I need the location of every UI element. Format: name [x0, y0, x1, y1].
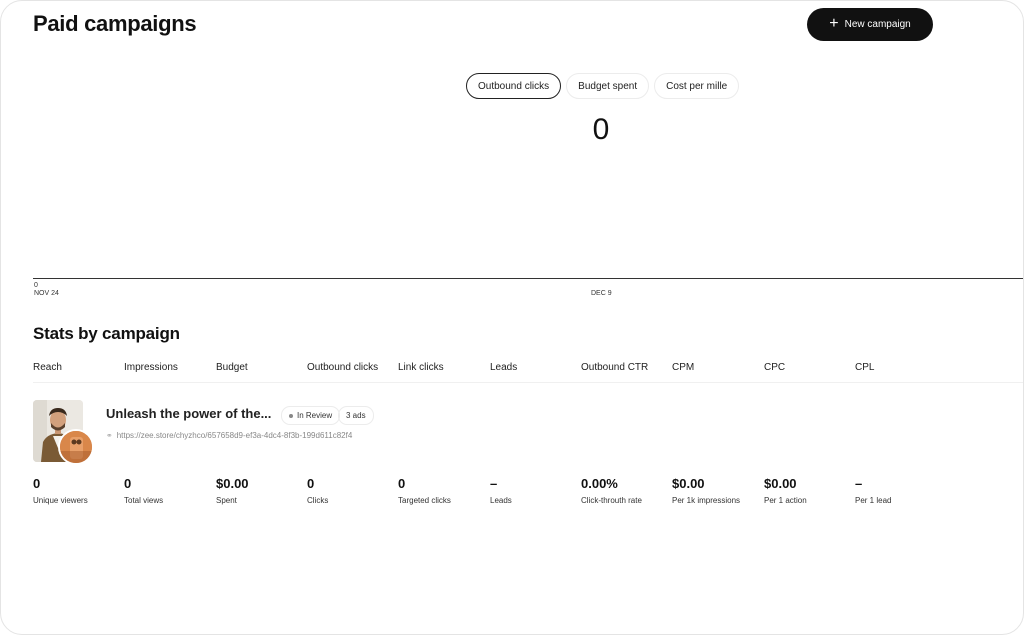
chart-axis-line: [33, 278, 1023, 279]
stat-leads-label: Leads: [490, 496, 512, 505]
stat-outbound-clicks-value: 0: [307, 476, 315, 491]
stat-outbound-clicks-label: Clicks: [307, 496, 329, 505]
column-header-impressions: Impressions: [124, 362, 178, 373]
column-header-budget: Budget: [216, 362, 248, 373]
stat-reach-label: Unique viewers: [33, 496, 88, 505]
stat-impressions-value: 0: [124, 476, 132, 491]
tab-budget-spent[interactable]: Budget spent: [566, 73, 650, 99]
page-title: Paid campaigns: [33, 11, 197, 36]
metric-tabs: Outbound clicks Budget spent Cost per mi…: [466, 73, 740, 99]
stat-leads-value: –: [490, 476, 498, 491]
stat-cpl-value: –: [855, 476, 863, 491]
chart-x-tick: DEC 9: [591, 290, 612, 297]
new-campaign-label: New campaign: [844, 19, 911, 30]
stat-cpc-value: $0.00: [764, 476, 797, 491]
campaign-product-avatar: [58, 429, 94, 465]
stat-cpm-value: $0.00: [672, 476, 705, 491]
column-header-link-clicks: Link clicks: [398, 362, 444, 373]
status-badge: In Review: [281, 406, 341, 425]
stat-outbound-ctr-label: Click-throuth rate: [581, 496, 642, 505]
column-header-outbound-clicks: Outbound clicks: [307, 362, 379, 373]
status-badge-label: In Review: [297, 411, 333, 420]
stat-impressions-label: Total views: [124, 496, 164, 505]
plus-icon: +: [829, 14, 839, 32]
chart-y-zero-label: 0: [34, 282, 38, 289]
stat-cpc-label: Per 1 action: [764, 496, 807, 505]
column-header-cpl: CPL: [855, 362, 875, 373]
status-dot-icon: [289, 413, 293, 418]
header-divider: [33, 382, 1023, 383]
column-header-outbound-ctr: Outbound CTR: [581, 362, 649, 373]
stat-budget-label: Spent: [216, 496, 237, 505]
campaign-link[interactable]: ⚭ https://zee.store/chyzhco/657658d9-ef3…: [106, 431, 352, 440]
column-header-reach: Reach: [33, 362, 62, 373]
stat-cpm-label: Per 1k impressions: [672, 496, 741, 505]
stat-reach-value: 0: [33, 476, 41, 491]
new-campaign-button[interactable]: + New campaign: [807, 8, 933, 41]
metric-value: 0: [592, 113, 610, 146]
link-icon: ⚭: [106, 431, 113, 440]
ads-count-badge: 3 ads: [338, 406, 374, 425]
campaign-link-text: https://zee.store/chyzhco/657658d9-ef3a-…: [116, 431, 353, 440]
column-header-cpm: CPM: [672, 362, 695, 373]
campaign-name[interactable]: Unleash the power of the...: [106, 406, 271, 421]
tab-outbound-clicks[interactable]: Outbound clicks: [466, 73, 562, 99]
stat-outbound-ctr-value: 0.00%: [581, 476, 618, 491]
stat-budget-value: $0.00: [216, 476, 249, 491]
stat-cpl-label: Per 1 lead: [855, 496, 892, 505]
stat-link-clicks-value: 0: [398, 476, 406, 491]
app-frame: Paid campaigns + New campaign Outbound c…: [0, 0, 1024, 635]
tab-cost-per-mille[interactable]: Cost per mille: [654, 73, 740, 99]
stat-link-clicks-label: Targeted clicks: [398, 496, 451, 505]
ads-count-label: 3 ads: [346, 411, 366, 420]
chart-x-tick: NOV 24: [34, 290, 59, 297]
column-header-leads: Leads: [490, 362, 518, 373]
stats-section-title: Stats by campaign: [33, 324, 180, 343]
column-header-cpc: CPC: [764, 362, 786, 373]
